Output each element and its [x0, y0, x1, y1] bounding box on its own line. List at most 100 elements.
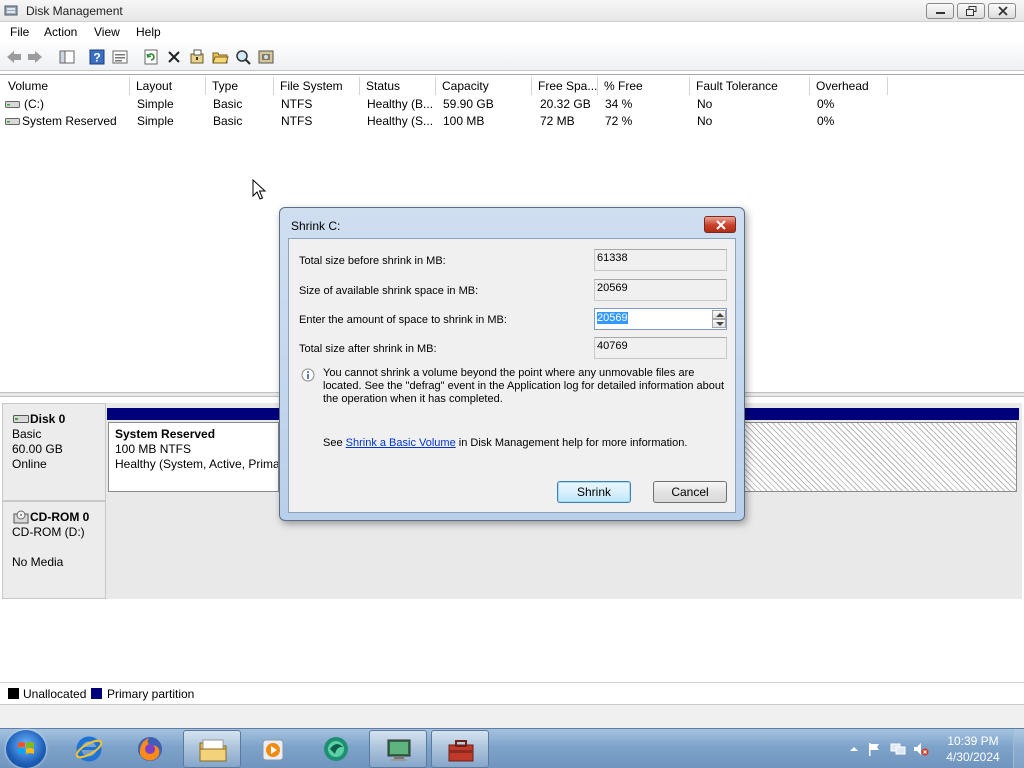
table-row[interactable]: (C:) Simple Basic NTFS Healthy (B... 59.… [2, 96, 1022, 113]
legend-bar: Unallocated Primary partition [0, 682, 1024, 704]
taskbar-computer-management[interactable] [369, 730, 427, 768]
media-player-icon [262, 739, 284, 761]
disk-management-app-icon [4, 5, 18, 16]
taskbar-file-explorer[interactable] [183, 730, 241, 768]
disk-0-label[interactable]: Disk 0 Basic 60.00 GB Online [2, 403, 106, 501]
column-header-layout[interactable]: Layout [130, 77, 206, 95]
refresh-icon[interactable] [142, 48, 160, 66]
properties-icon[interactable] [188, 48, 206, 66]
column-header-type[interactable]: Type [206, 77, 274, 95]
shrink-button[interactable]: Shrink [557, 481, 631, 503]
forward-icon[interactable] [26, 48, 44, 66]
column-header-file-system[interactable]: File System [274, 77, 360, 95]
cell-type: Basic [213, 114, 243, 128]
app-green-icon [324, 737, 348, 761]
cell-capacity: 59.90 GB [443, 97, 494, 111]
cell-layout: Simple [137, 97, 174, 111]
menu-file[interactable]: File [10, 25, 29, 39]
properties-list-icon[interactable] [111, 48, 129, 66]
restore-icon [966, 6, 977, 16]
column-header-percent-free[interactable]: % Free [598, 77, 690, 95]
help-suffix: in Disk Management help for more informa… [455, 437, 688, 449]
back-icon[interactable] [5, 48, 23, 66]
cell-percent-free: 72 % [605, 114, 633, 128]
help-line: See Shrink a Basic Volume in Disk Manage… [323, 437, 687, 449]
spin-up-button[interactable] [712, 310, 726, 319]
volume-muted-icon[interactable] [913, 741, 929, 757]
taskbar-disk-management[interactable] [431, 730, 489, 768]
column-header-free-space[interactable]: Free Spa... [532, 77, 598, 95]
console-tree-icon[interactable] [58, 48, 76, 66]
disk-management-icon [448, 740, 474, 762]
system-reserved-header-bar [107, 408, 279, 420]
partition-name: System Reserved [115, 427, 216, 441]
total-before-label: Total size before shrink in MB: [299, 255, 446, 267]
cell-percent-free: 34 % [605, 97, 633, 111]
shrink-amount-input[interactable]: 20569 [596, 310, 710, 328]
start-button[interactable] [6, 730, 46, 768]
available-shrink-label: Size of available shrink space in MB: [299, 285, 479, 297]
partition-size-fs: 100 MB NTFS [115, 442, 192, 456]
cdrom-icon [13, 510, 29, 524]
info-icon [301, 368, 315, 382]
show-desktop-button[interactable] [1013, 729, 1024, 768]
menu-view[interactable]: View [94, 25, 120, 39]
shrink-amount-stepper[interactable]: 20569 [594, 308, 727, 330]
clock-time: 10:39 PM [947, 734, 999, 748]
total-after-value: 40769 [594, 337, 727, 359]
legend-unallocated: Unallocated [23, 687, 87, 701]
partition-system-reserved[interactable]: System Reserved 100 MB NTFS Healthy (Sys… [108, 422, 279, 492]
column-header-volume[interactable]: Volume [2, 77, 130, 95]
column-header-capacity[interactable]: Capacity [436, 77, 532, 95]
close-button[interactable] [988, 3, 1016, 19]
legend-primary-partition: Primary partition [107, 687, 195, 701]
shrink-basic-volume-help-link[interactable]: Shrink a Basic Volume [346, 437, 456, 449]
cell-file-system: NTFS [281, 97, 313, 111]
tray-overflow-icon[interactable] [846, 741, 862, 757]
cancel-button[interactable]: Cancel [653, 481, 727, 503]
disk-0-type: Basic [12, 427, 42, 441]
minimize-button[interactable] [926, 3, 954, 19]
legend-swatch-unallocated [8, 688, 19, 699]
explore-icon[interactable] [234, 48, 252, 66]
menu-action[interactable]: Action [44, 25, 77, 39]
taskbar-internet-explorer[interactable] [60, 730, 118, 768]
restore-button[interactable] [957, 3, 985, 19]
table-row[interactable]: System Reserved Simple Basic NTFS Health… [2, 113, 1022, 130]
disk-0-size: 60.00 GB [12, 442, 63, 456]
column-header-fault-tolerance[interactable]: Fault Tolerance [690, 77, 810, 95]
partition-c-drive[interactable] [744, 422, 1017, 492]
taskbar-firefox[interactable] [121, 730, 179, 768]
spin-down-button[interactable] [712, 319, 726, 328]
column-header-status[interactable]: Status [360, 77, 436, 95]
windows-logo-icon [18, 742, 34, 754]
cell-volume: (C:) [24, 97, 44, 111]
delete-icon[interactable] [165, 48, 183, 66]
partition-status: Healthy (System, Active, Primar [115, 457, 279, 471]
cell-status: Healthy (S... [367, 114, 434, 128]
close-icon [716, 220, 726, 230]
help-icon[interactable]: ? [88, 48, 106, 66]
cell-fault-tolerance: No [697, 114, 713, 128]
status-bar [0, 704, 1024, 728]
cdrom-0-label[interactable]: CD-ROM 0 CD-ROM (D:) No Media [2, 501, 106, 599]
legend-swatch-primary [91, 688, 102, 699]
network-icon[interactable] [890, 741, 906, 757]
open-icon[interactable] [211, 48, 229, 66]
toolbar: ? [0, 44, 1024, 71]
rescan-disks-icon[interactable] [257, 48, 275, 66]
dialog-title: Shrink C: [291, 219, 341, 233]
volume-list-header: Volume Layout Type File System Status Ca… [2, 77, 1022, 95]
taskbar-media-player[interactable] [245, 730, 303, 768]
dialog-close-button[interactable] [704, 216, 736, 233]
cell-fault-tolerance: No [697, 97, 713, 111]
computer-management-icon [387, 739, 411, 761]
column-header-overhead[interactable]: Overhead [810, 77, 888, 95]
cell-free-space: 72 MB [540, 114, 575, 128]
cell-layout: Simple [137, 114, 174, 128]
spin-buttons [712, 310, 726, 328]
action-center-flag-icon[interactable] [866, 741, 882, 757]
taskbar-app-green[interactable] [307, 730, 365, 768]
system-clock[interactable]: 10:39 PM 4/30/2024 [936, 733, 1010, 765]
menu-help[interactable]: Help [136, 25, 161, 39]
